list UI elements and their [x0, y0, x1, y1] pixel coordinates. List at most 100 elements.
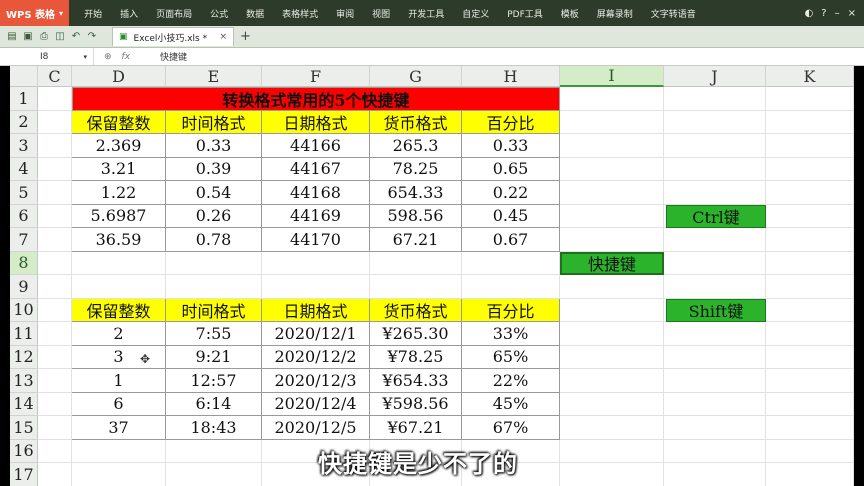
table2-cell[interactable]: 65% — [462, 345, 560, 369]
column-header-f[interactable]: F — [262, 66, 370, 87]
table2-header[interactable]: 日期格式 — [262, 298, 370, 322]
table2-cell[interactable]: ¥265.30 — [370, 322, 462, 346]
menu-item[interactable]: 插入 — [111, 7, 147, 20]
row-header-16[interactable]: 16 — [10, 439, 38, 463]
table2-cell[interactable]: 7:55 — [166, 322, 262, 346]
row-header-4[interactable]: 4 — [10, 157, 38, 181]
table1-cell[interactable]: 2.369 — [72, 134, 166, 158]
menu-item[interactable]: 开始 — [75, 7, 111, 20]
menu-item[interactable]: 公式 — [201, 7, 237, 20]
table1-cell[interactable]: 0.33 — [462, 134, 560, 158]
menu-item[interactable]: 开发工具 — [399, 7, 453, 20]
menu-item[interactable]: 表格样式 — [273, 7, 327, 20]
table2-header[interactable]: 时间格式 — [166, 298, 262, 322]
table1-cell[interactable]: 0.45 — [462, 204, 560, 228]
table1-cell[interactable]: 44170 — [262, 228, 370, 252]
table2-header[interactable]: 百分比 — [462, 298, 560, 322]
row-header-1[interactable]: 1 — [10, 87, 38, 111]
table1-cell[interactable]: 0.33 — [166, 134, 262, 158]
table1-cell[interactable]: 0.78 — [166, 228, 262, 252]
print-icon[interactable]: ⎙ — [38, 31, 50, 42]
redo-icon[interactable]: ↷ — [86, 31, 98, 42]
undo-icon[interactable]: ↶ — [70, 31, 82, 42]
menu-item[interactable]: 审阅 — [327, 7, 363, 20]
table1-cell[interactable]: 1.22 — [72, 181, 166, 205]
close-icon[interactable]: × — [848, 8, 856, 19]
menu-item[interactable]: 屏幕录制 — [588, 7, 642, 20]
table1-cell[interactable]: 44169 — [262, 204, 370, 228]
column-header-d[interactable]: D — [72, 66, 166, 87]
open-icon[interactable]: ▤ — [6, 31, 18, 42]
shift-key-button[interactable]: Shift键 — [666, 298, 766, 322]
table1-cell[interactable]: 0.26 — [166, 204, 262, 228]
row-header-5[interactable]: 5 — [10, 181, 38, 205]
table1-cell[interactable]: 44166 — [262, 134, 370, 158]
column-header-i[interactable]: I — [560, 66, 664, 87]
table1-cell[interactable]: 654.33 — [370, 181, 462, 205]
table1-cell[interactable]: 78.25 — [370, 157, 462, 181]
save-icon[interactable]: ▣ — [22, 31, 34, 42]
table2-header[interactable]: 货币格式 — [370, 298, 462, 322]
table2-cell[interactable]: 1 — [72, 369, 166, 393]
ctrl-key-button[interactable]: Ctrl键 — [666, 204, 766, 228]
table1-cell[interactable]: 0.22 — [462, 181, 560, 205]
close-tab-icon[interactable]: × — [219, 32, 227, 42]
menu-item[interactable]: 视图 — [363, 7, 399, 20]
row-header-3[interactable]: 3 — [10, 134, 38, 158]
name-box[interactable]: I8 ▾ — [0, 48, 94, 65]
table1-header[interactable]: 保留整数 — [72, 110, 166, 134]
table2-header[interactable]: 保留整数 — [72, 298, 166, 322]
table2-cell[interactable]: ¥78.25 — [370, 345, 462, 369]
table2-cell[interactable]: 18:43 — [166, 416, 262, 440]
table1-header[interactable]: 货币格式 — [370, 110, 462, 134]
menu-item[interactable]: 数据 — [237, 7, 273, 20]
menu-item[interactable]: PDF工具 — [498, 7, 552, 20]
menu-item[interactable]: 自定义 — [453, 7, 498, 20]
column-header-e[interactable]: E — [166, 66, 262, 87]
skin-icon[interactable]: ◐ — [805, 8, 814, 19]
column-header-h[interactable]: H — [462, 66, 560, 87]
table2-cell[interactable]: 9:21 — [166, 345, 262, 369]
row-header-7[interactable]: 7 — [10, 228, 38, 252]
row-header-10[interactable]: 10 — [10, 298, 38, 322]
help-icon[interactable]: ? — [821, 8, 826, 19]
table2-cell[interactable]: 33% — [462, 322, 560, 346]
table1-cell[interactable]: 0.67 — [462, 228, 560, 252]
table1-cell[interactable]: 36.59 — [72, 228, 166, 252]
table1-cell[interactable]: 44168 — [262, 181, 370, 205]
row-header-8[interactable]: 8 — [10, 251, 38, 275]
spreadsheet-grid[interactable]: ✥ C D E F G H I J K 1 2 3 4 5 6 7 8 9 10 11 12 13 14 15 16 17 转换格式… — [10, 66, 854, 486]
column-header-c[interactable]: C — [38, 66, 72, 87]
column-header-j[interactable]: J — [664, 66, 766, 87]
table2-cell[interactable]: 2 — [72, 322, 166, 346]
table1-cell[interactable]: 265.3 — [370, 134, 462, 158]
menu-item[interactable]: 页面布局 — [147, 7, 201, 20]
preview-icon[interactable]: ◫ — [54, 31, 66, 42]
row-header-2[interactable]: 2 — [10, 110, 38, 134]
menu-item[interactable]: 文字转语音 — [642, 7, 705, 20]
table1-cell[interactable]: 0.54 — [166, 181, 262, 205]
table1-cell[interactable]: 44167 — [262, 157, 370, 181]
table1-cell[interactable]: 0.39 — [166, 157, 262, 181]
table2-cell[interactable]: 2020/12/3 — [262, 369, 370, 393]
zoom-icon[interactable]: ⊕ — [104, 52, 112, 62]
chevron-down-icon[interactable]: ▾ — [83, 53, 87, 61]
table1-cell[interactable]: 5.6987 — [72, 204, 166, 228]
table2-cell[interactable]: 3 — [72, 345, 166, 369]
document-tab[interactable]: ▣ Excel小技巧.xls * × — [112, 27, 234, 46]
table2-cell[interactable]: ¥598.56 — [370, 392, 462, 416]
table1-cell[interactable]: 3.21 — [72, 157, 166, 181]
row-header-15[interactable]: 15 — [10, 416, 38, 440]
table2-cell[interactable]: 37 — [72, 416, 166, 440]
row-header-11[interactable]: 11 — [10, 322, 38, 346]
table1-header[interactable]: 日期格式 — [262, 110, 370, 134]
function-icon[interactable]: fx — [122, 52, 131, 62]
menu-item[interactable]: 模板 — [552, 7, 588, 20]
row-header-17[interactable]: 17 — [10, 463, 38, 486]
table1-cell[interactable]: 0.65 — [462, 157, 560, 181]
select-all-corner[interactable] — [10, 66, 38, 87]
table1-cell[interactable]: 598.56 — [370, 204, 462, 228]
column-header-k[interactable]: K — [766, 66, 854, 87]
table2-cell[interactable]: ¥67.21 — [370, 416, 462, 440]
table2-cell[interactable]: 22% — [462, 369, 560, 393]
